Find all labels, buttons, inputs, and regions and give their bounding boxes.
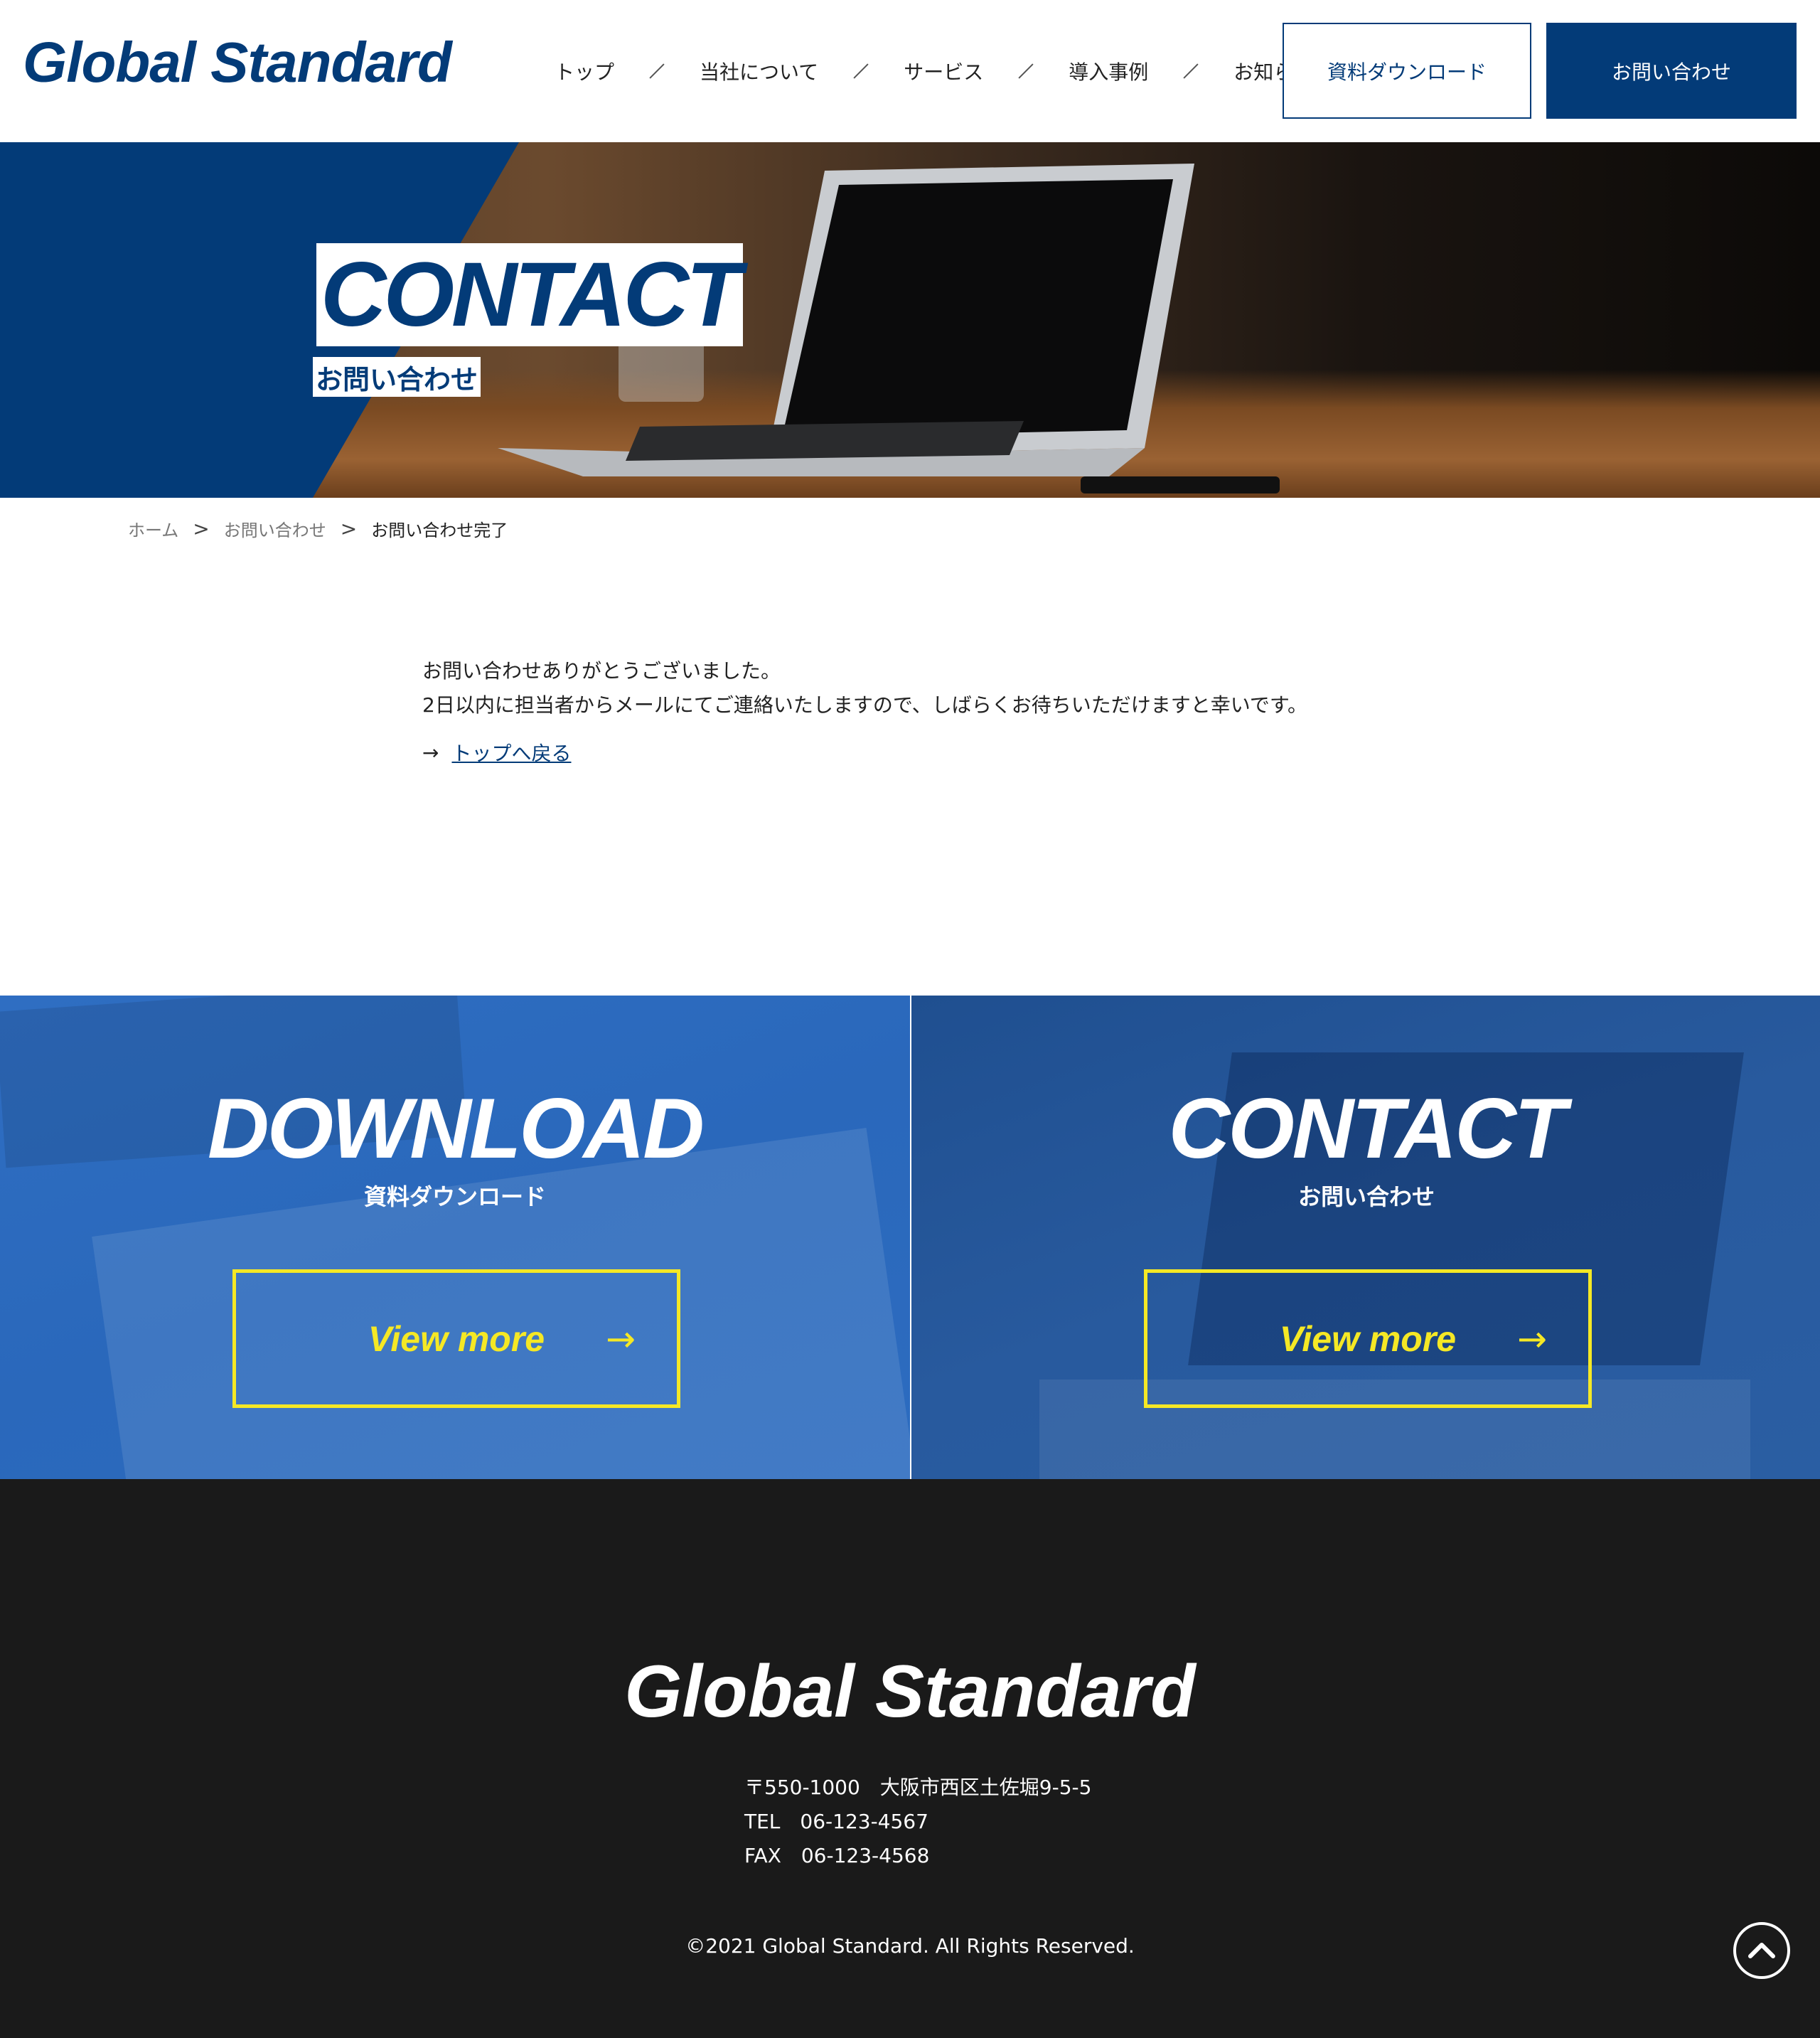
- download-cta-subtitle: 資料ダウンロード: [363, 1183, 546, 1210]
- download-cta-title: DOWNLOAD: [208, 1081, 705, 1176]
- arrow-right-icon: →: [1517, 1318, 1547, 1360]
- nav-separator: [853, 63, 869, 79]
- nav-separator: [1018, 63, 1034, 79]
- page: Global Standard トップ 当社について サービス 導入事例 お知ら…: [0, 0, 1820, 2038]
- site-header: Global Standard トップ 当社について サービス 導入事例 お知ら…: [0, 0, 1820, 142]
- breadcrumb: ホーム > お問い合わせ > お問い合わせ完了: [128, 516, 508, 541]
- global-nav: トップ 当社について サービス 導入事例 お知らせ: [555, 51, 1313, 91]
- contact-cta-subtitle: お問い合わせ: [1297, 1183, 1435, 1210]
- view-more-label: View more: [1279, 1318, 1457, 1359]
- footer-logo[interactable]: Global Standard: [0, 1650, 1820, 1734]
- breadcrumb-current: お問い合わせ完了: [371, 521, 508, 540]
- back-to-top: → トップへ戻る: [422, 738, 1489, 767]
- nav-item-cases[interactable]: 導入事例: [1069, 57, 1148, 85]
- site-logo[interactable]: Global Standard: [23, 30, 452, 95]
- nav-item-service[interactable]: サービス: [904, 57, 983, 85]
- nav-item-about[interactable]: 当社について: [700, 57, 818, 85]
- followup-text: 2日以内に担当者からメールにてご連絡いたしますので、しばらくお待ちいただけますと…: [422, 693, 1308, 717]
- hero-banner: CONTACT お問い合わせ: [0, 142, 1820, 498]
- contact-cta-panel: CONTACT お問い合わせ View more →: [911, 996, 1820, 1479]
- hero-subtitle: お問い合わせ: [316, 363, 478, 395]
- download-view-more-button[interactable]: View more →: [232, 1269, 680, 1408]
- arrow-right-icon: →: [606, 1318, 636, 1360]
- breadcrumb-contact[interactable]: お問い合わせ: [224, 516, 326, 541]
- completion-message: お問い合わせありがとうございました。 2日以内に担当者からメールにてご連絡いたし…: [422, 654, 1489, 767]
- chevron-up-circle-icon[interactable]: [1733, 1922, 1790, 1979]
- view-more-label: View more: [368, 1318, 545, 1359]
- thanks-text: お問い合わせありがとうございました。: [422, 659, 781, 683]
- arrow-right-icon: →: [422, 740, 439, 764]
- download-cta-panel: DOWNLOAD 資料ダウンロード View more →: [0, 996, 910, 1479]
- breadcrumb-separator: >: [193, 517, 210, 540]
- hero-subtitle-box: お問い合わせ: [313, 357, 481, 397]
- nav-item-top[interactable]: トップ: [555, 57, 614, 85]
- chevron-up-icon: [1748, 1943, 1775, 1958]
- hero-title-box: CONTACT: [316, 243, 744, 346]
- footer-tel: TEL 06-123-4567: [744, 1810, 928, 1833]
- contact-view-more-button[interactable]: View more →: [1144, 1269, 1592, 1408]
- download-button[interactable]: 資料ダウンロード: [1283, 23, 1531, 119]
- hero-title: CONTACT: [321, 244, 742, 346]
- footer-contact-info: 〒550-1000 大阪市西区土佐堀9-5-5 TEL 06-123-4567 …: [744, 1771, 1091, 1873]
- breadcrumb-home[interactable]: ホーム: [128, 516, 178, 541]
- back-to-top-link[interactable]: トップへ戻る: [451, 738, 571, 767]
- footer-fax: FAX 06-123-4568: [744, 1844, 930, 1867]
- nav-separator: [649, 63, 665, 79]
- copyright: ©2021 Global Standard. All Rights Reserv…: [685, 1934, 1135, 1958]
- breadcrumb-separator: >: [340, 517, 358, 540]
- contact-cta-title: CONTACT: [1168, 1081, 1567, 1176]
- footer-address: 〒550-1000 大阪市西区土佐堀9-5-5: [744, 1776, 1092, 1799]
- nav-separator: [1183, 63, 1199, 79]
- contact-button[interactable]: お問い合わせ: [1546, 23, 1797, 119]
